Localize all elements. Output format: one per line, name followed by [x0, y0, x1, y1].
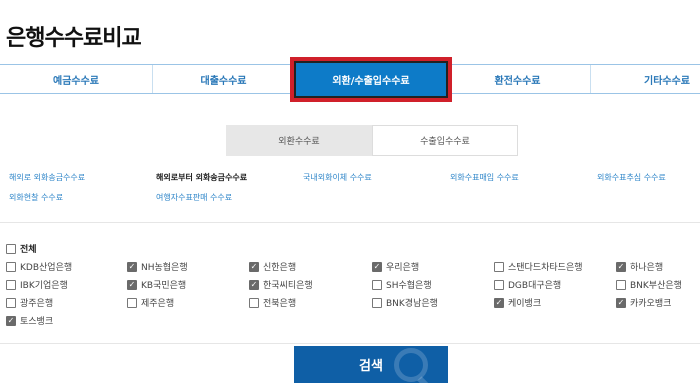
checkbox-label: 전북은행	[263, 299, 297, 309]
tab-exchange-fees[interactable]: 환전수수료	[444, 65, 590, 93]
checkbox-box[interactable]	[616, 261, 626, 272]
checkbox-box[interactable]	[249, 297, 259, 308]
checkbox-box[interactable]	[127, 279, 137, 290]
checkbox-box[interactable]	[249, 279, 259, 290]
link-outward-remittance[interactable]: 해외로 외화송금수수료	[9, 172, 85, 183]
checkbox-label: 하나은행	[630, 263, 664, 273]
tab-loan-fees[interactable]: 대출수수료	[152, 65, 294, 93]
checkbox-bank[interactable]: KDB산업은행	[6, 260, 72, 273]
tab-deposit-fees[interactable]: 예금수수료	[0, 65, 152, 93]
checkbox-label: KDB산업은행	[20, 263, 73, 273]
checkbox-box[interactable]	[6, 279, 16, 290]
checkbox-label: KB국민은행	[141, 281, 187, 291]
checkbox-bank[interactable]: 스탠다드차타드은행	[494, 260, 583, 273]
checkbox-box[interactable]	[372, 297, 382, 308]
checkbox-box[interactable]	[494, 297, 504, 308]
search-button-label: 검색	[359, 359, 383, 374]
checkbox-label: 토스뱅크	[20, 317, 54, 327]
checkbox-bank[interactable]: NH농협은행	[127, 260, 188, 273]
checkbox-label: 카카오뱅크	[630, 299, 672, 309]
checkbox-select-all[interactable]: 전체	[6, 242, 37, 255]
checkbox-box[interactable]	[127, 261, 137, 272]
checkbox-bank[interactable]: SH수협은행	[372, 278, 432, 291]
search-button[interactable]: 검색	[294, 346, 448, 383]
checkbox-label: BNK경남은행	[386, 299, 438, 309]
subtab-fx-fees[interactable]: 외환수수료	[226, 125, 372, 156]
checkbox-label: 광주은행	[20, 299, 54, 309]
divider	[0, 343, 700, 344]
checkbox-box[interactable]	[494, 261, 504, 272]
checkbox-bank[interactable]: DGB대구은행	[494, 278, 561, 291]
link-fx-check-collection[interactable]: 외화수표추심 수수료	[597, 172, 666, 183]
checkbox-box[interactable]	[616, 279, 626, 290]
sub-tab-bar: 외환수수료 수출입수수료	[226, 125, 518, 156]
checkbox-bank[interactable]: IBK기업은행	[6, 278, 68, 291]
link-inward-remittance[interactable]: 해외로부터 외화송금수수료	[156, 172, 247, 183]
link-domestic-fx-transfer[interactable]: 국내외화이체 수수료	[303, 172, 372, 183]
checkbox-label: IBK기업은행	[20, 281, 68, 291]
checkbox-bank[interactable]: 제주은행	[127, 296, 174, 309]
checkbox-bank[interactable]: 광주은행	[6, 296, 53, 309]
checkbox-bank[interactable]: 한국씨티은행	[249, 278, 313, 291]
link-fx-cash[interactable]: 외화현찰 수수료	[9, 192, 63, 203]
checkbox-bank[interactable]: 토스뱅크	[6, 314, 53, 327]
checkbox-bank[interactable]: BNK부산은행	[616, 278, 682, 291]
checkbox-box[interactable]	[494, 279, 504, 290]
checkbox-bank[interactable]: KB국민은행	[127, 278, 186, 291]
checkbox-box[interactable]	[249, 261, 259, 272]
subtab-trade-fees[interactable]: 수출입수수료	[372, 125, 518, 156]
link-travelers-check[interactable]: 여행자수표판매 수수료	[156, 192, 232, 203]
checkbox-box[interactable]	[6, 261, 16, 272]
magnifier-handle-icon	[417, 376, 433, 383]
checkbox-box[interactable]	[6, 315, 16, 326]
checkbox-bank[interactable]: 전북은행	[249, 296, 296, 309]
page-title: 은행수수료비교	[6, 26, 142, 51]
checkbox-label: 스탠다드차타드은행	[508, 263, 583, 273]
checkbox-label: 제주은행	[141, 299, 175, 309]
checkbox-box[interactable]	[127, 297, 137, 308]
checkbox-box[interactable]	[372, 279, 382, 290]
checkbox-bank[interactable]: 우리은행	[372, 260, 419, 273]
divider	[0, 222, 700, 223]
link-fx-check-purchase[interactable]: 외화수표매입 수수료	[450, 172, 519, 183]
tab-fx-trade-fees[interactable]: 외환/수출입수수료	[294, 61, 448, 98]
checkbox-label: 신한은행	[263, 263, 297, 273]
checkbox-label: BNK부산은행	[630, 281, 682, 291]
checkbox-box[interactable]	[6, 243, 16, 254]
checkbox-label: DGB대구은행	[508, 281, 562, 291]
checkbox-box[interactable]	[372, 261, 382, 272]
checkbox-label: SH수협은행	[386, 281, 432, 291]
checkbox-label: 전체	[20, 245, 37, 255]
checkbox-label: 우리은행	[386, 263, 420, 273]
checkbox-bank[interactable]: 하나은행	[616, 260, 663, 273]
checkbox-bank[interactable]: 신한은행	[249, 260, 296, 273]
checkbox-bank[interactable]: 카카오뱅크	[616, 296, 671, 309]
tab-other-fees[interactable]: 기타수수료	[590, 65, 700, 93]
checkbox-bank[interactable]: BNK경남은행	[372, 296, 438, 309]
checkbox-label: 한국씨티은행	[263, 281, 313, 291]
checkbox-label: NH농협은행	[141, 263, 188, 273]
checkbox-box[interactable]	[6, 297, 16, 308]
checkbox-bank[interactable]: 케이뱅크	[494, 296, 541, 309]
checkbox-box[interactable]	[616, 297, 626, 308]
checkbox-label: 케이뱅크	[508, 299, 542, 309]
